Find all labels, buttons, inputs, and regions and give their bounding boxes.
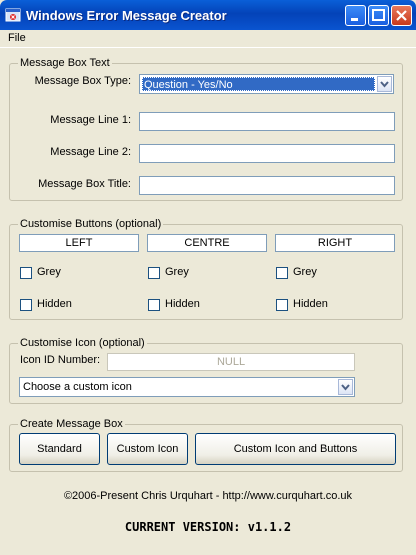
right-hidden-label: Hidden bbox=[293, 298, 328, 310]
copyright-text: ©2006-Present Chris Urquhart - http://ww… bbox=[63, 490, 353, 502]
chevron-down-icon bbox=[341, 384, 350, 391]
standard-button[interactable]: Standard bbox=[19, 433, 100, 465]
custom-icon-select[interactable]: Choose a custom icon bbox=[19, 377, 355, 397]
menu-file[interactable]: File bbox=[8, 32, 26, 44]
close-icon bbox=[396, 10, 407, 21]
close-button[interactable] bbox=[391, 5, 412, 26]
icon-dropdown-arrow-button[interactable] bbox=[338, 379, 353, 395]
centre-hidden-checkbox[interactable] bbox=[148, 299, 160, 311]
minimize-button[interactable] bbox=[345, 5, 366, 26]
minimize-icon bbox=[351, 18, 358, 21]
centre-button-text-input[interactable]: CENTRE bbox=[147, 234, 267, 252]
menu-bar: File bbox=[0, 30, 416, 48]
message-box-type-value: Question - Yes/No bbox=[142, 77, 375, 91]
left-grey-label: Grey bbox=[37, 266, 61, 278]
right-grey-checkbox[interactable] bbox=[276, 267, 288, 279]
message-box-type-label: Message Box Type: bbox=[34, 75, 131, 87]
left-hidden-checkbox[interactable] bbox=[20, 299, 32, 311]
custom-icon-select-value: Choose a custom icon bbox=[23, 381, 132, 393]
maximize-button[interactable] bbox=[368, 5, 389, 26]
message-box-text-legend: Message Box Text bbox=[18, 57, 112, 69]
message-box-type-select[interactable]: Question - Yes/No bbox=[139, 74, 394, 94]
icon-id-input[interactable]: NULL bbox=[107, 353, 355, 371]
right-grey-label: Grey bbox=[293, 266, 317, 278]
centre-hidden-label: Hidden bbox=[165, 298, 200, 310]
message-line-1-input[interactable] bbox=[139, 112, 395, 131]
chevron-down-icon bbox=[380, 81, 389, 88]
centre-grey-label: Grey bbox=[165, 266, 189, 278]
dropdown-arrow-button[interactable] bbox=[377, 76, 392, 92]
right-button-text-input[interactable]: RIGHT bbox=[275, 234, 395, 252]
custom-icon-and-buttons-button[interactable]: Custom Icon and Buttons bbox=[195, 433, 396, 465]
left-hidden-label: Hidden bbox=[37, 298, 72, 310]
customise-buttons-legend: Customise Buttons (optional) bbox=[18, 218, 164, 230]
right-hidden-checkbox[interactable] bbox=[276, 299, 288, 311]
message-box-title-label: Message Box Title: bbox=[38, 178, 131, 190]
custom-icon-button[interactable]: Custom Icon bbox=[107, 433, 188, 465]
message-line-2-label: Message Line 2: bbox=[50, 146, 131, 158]
error-app-icon bbox=[5, 8, 21, 22]
centre-grey-checkbox[interactable] bbox=[148, 267, 160, 279]
left-button-text-input[interactable]: LEFT bbox=[19, 234, 139, 252]
create-message-box-legend: Create Message Box bbox=[18, 418, 125, 430]
message-box-title-input[interactable] bbox=[139, 176, 395, 195]
message-line-1-label: Message Line 1: bbox=[50, 114, 131, 126]
maximize-icon bbox=[372, 9, 385, 21]
message-line-2-input[interactable] bbox=[139, 144, 395, 163]
window-title: Windows Error Message Creator bbox=[26, 8, 227, 23]
customise-icon-legend: Customise Icon (optional) bbox=[18, 337, 147, 349]
left-grey-checkbox[interactable] bbox=[20, 267, 32, 279]
icon-id-label: Icon ID Number: bbox=[20, 354, 101, 366]
current-version-text: CURRENT VERSION: v1.1.2 bbox=[124, 520, 292, 534]
